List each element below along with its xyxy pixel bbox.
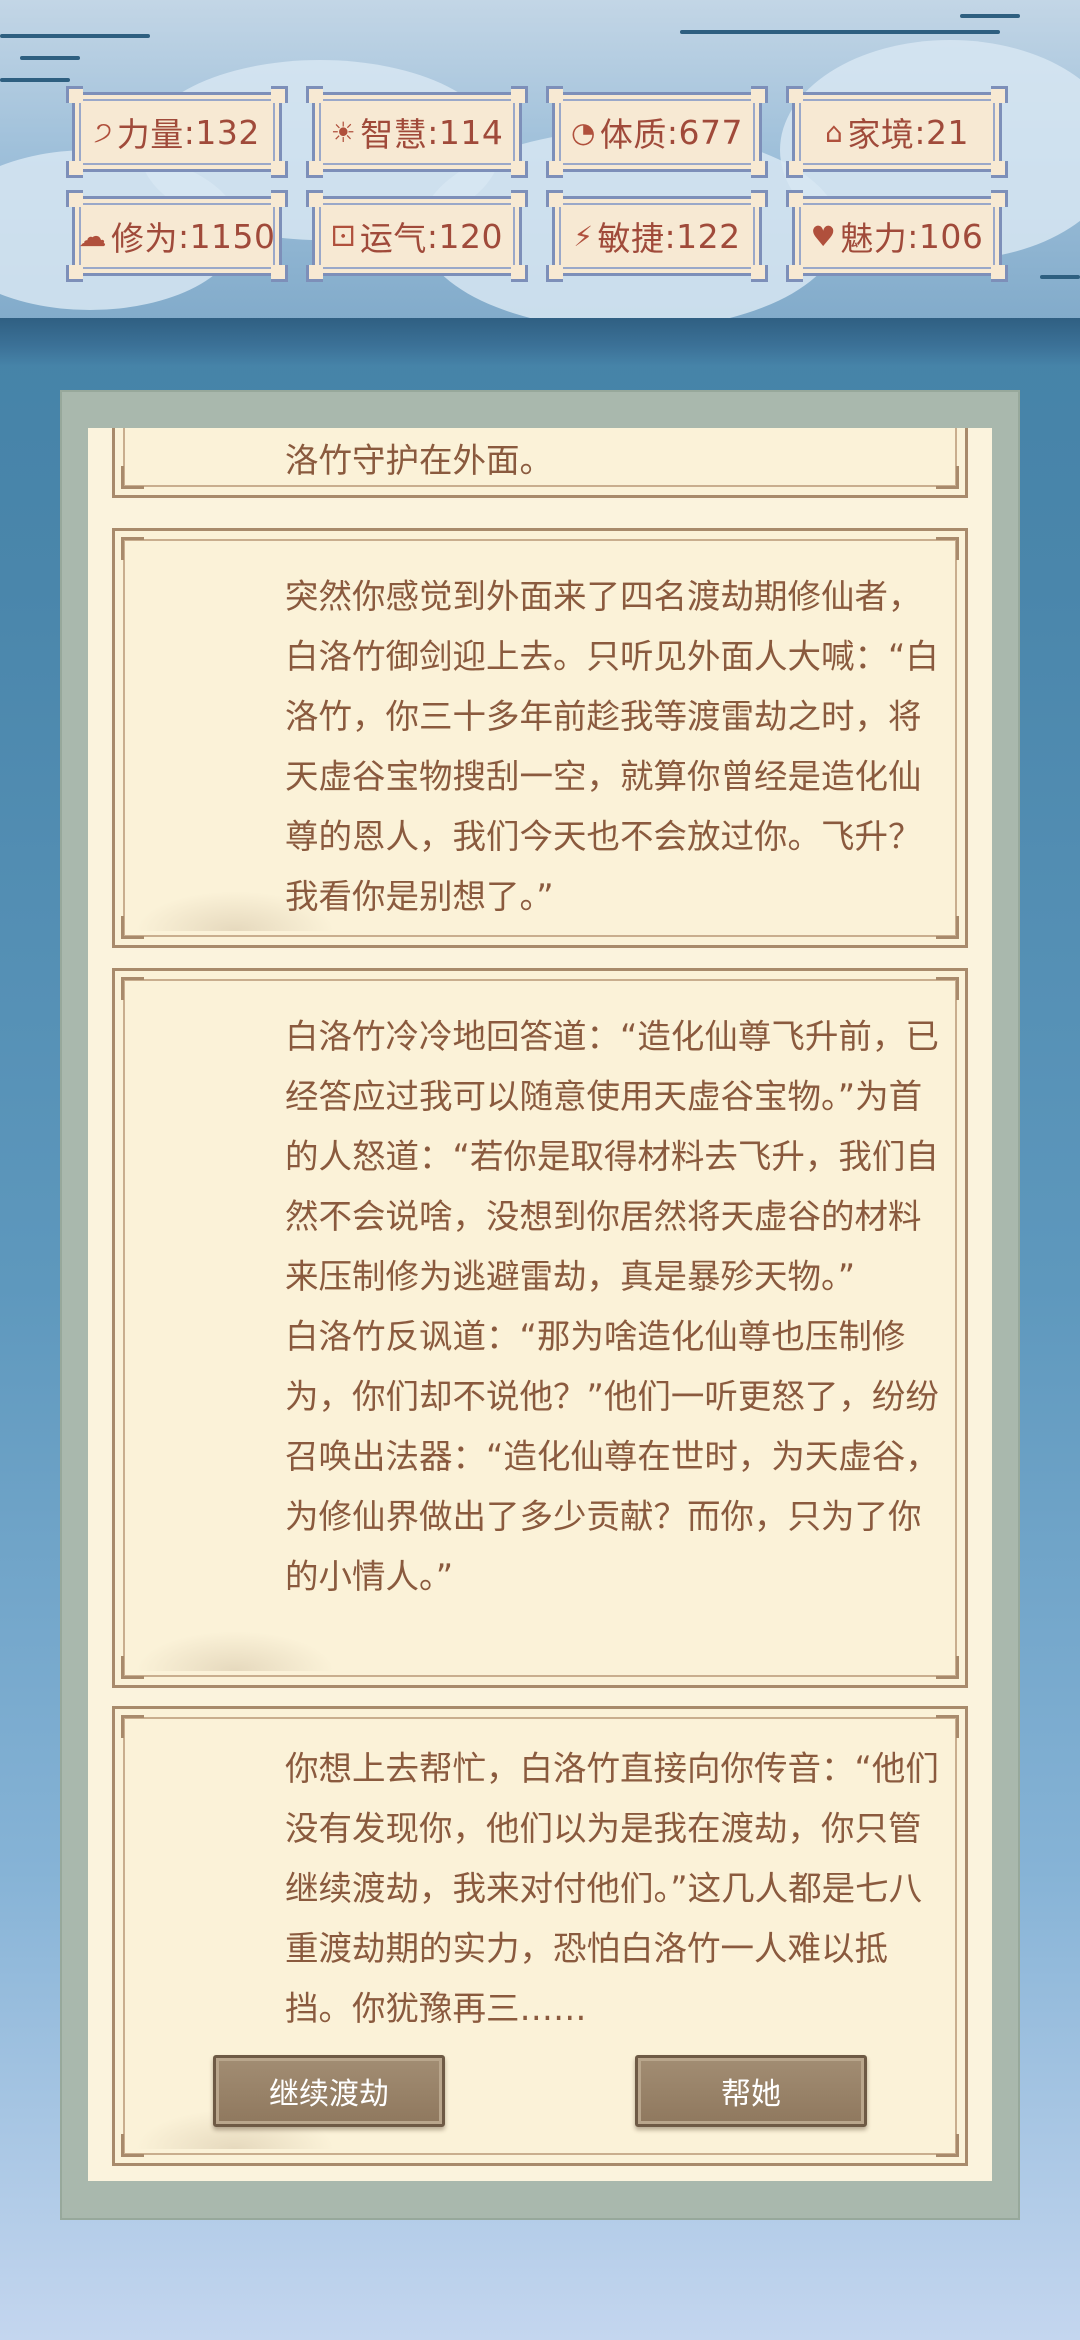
stat-value: 106 [918, 216, 984, 256]
home-icon: ⌂ [825, 115, 844, 149]
story-card: 白洛竹冷冷地回答道：“造化仙尊飞升前，已经答应过我可以随意使用天虚谷宝物。”为首… [112, 968, 968, 1688]
heart-icon: ♥ [810, 219, 837, 253]
stat-value: 1150 [189, 216, 276, 256]
stat-wisdom[interactable]: ☀ 智慧:114 [306, 86, 528, 178]
stat-agility[interactable]: ⚡ 敏捷:122 [546, 190, 768, 282]
stat-label: 家境 [847, 115, 915, 154]
stat-label: 智慧 [360, 115, 428, 154]
stat-value: 122 [676, 216, 741, 256]
story-text: 突然你感觉到外面来了四名渡劫期修仙者，白洛竹御剑迎上去。只听见外面人大喊：“白洛… [285, 577, 939, 916]
stat-strength[interactable]: ੭ 力量:132 [66, 86, 288, 178]
story-card: 洛竹守护在外面。 [112, 428, 968, 498]
stat-value: 21 [925, 112, 969, 152]
stat-label: 运气 [359, 219, 427, 258]
story-card: 你想上去帮忙，白洛竹直接向你传音：“他们没有发现你，他们以为是我在渡劫，你只管继… [112, 1706, 968, 2166]
stat-label: 体质 [599, 115, 667, 154]
swirl-decoration [20, 56, 80, 60]
bicep-icon: ੭ [94, 115, 113, 148]
story-text: 白洛竹冷冷地回答道：“造化仙尊飞升前，已经答应过我可以随意使用天虚谷宝物。”为首… [285, 1017, 939, 1596]
stat-value: 677 [678, 112, 744, 152]
lightbulb-icon: ☀ [330, 115, 357, 149]
lightning-icon: ⚡ [573, 219, 594, 253]
stat-label: 力量 [116, 115, 184, 154]
swirl-decoration [960, 14, 1020, 18]
story-text: 洛竹守护在外面。 [285, 441, 553, 480]
stat-luck[interactable]: ⚀ 运气:120 [306, 190, 528, 282]
ink-wash-band [0, 318, 1080, 366]
stat-cultivation[interactable]: ☁ 修为:1150 [66, 190, 288, 282]
swirl-decoration [1040, 275, 1080, 279]
dice-icon: ⚀ [331, 219, 356, 253]
stat-value: 114 [438, 112, 504, 152]
stat-value: 132 [195, 112, 260, 152]
story-text: 你想上去帮忙，白洛竹直接向你传音：“他们没有发现你，他们以为是我在渡劫，你只管继… [285, 1749, 939, 2028]
stat-label: 修为 [110, 219, 178, 258]
mountain-decoration [135, 1631, 335, 1671]
stat-charm[interactable]: ♥ 魅力:106 [786, 190, 1008, 282]
cloud-icon: ☁ [78, 219, 107, 253]
target-icon: ◔ [570, 115, 596, 149]
help-her-button[interactable]: 帮她 [635, 2055, 867, 2127]
story-scroll[interactable]: 洛竹守护在外面。 突然你感觉到外面来了四名渡劫期修仙者，白洛竹御剑迎上去。只听见… [88, 428, 992, 2181]
swirl-decoration [0, 34, 150, 38]
story-card: 突然你感觉到外面来了四名渡劫期修仙者，白洛竹御剑迎上去。只听见外面人大喊：“白洛… [112, 528, 968, 948]
stat-label: 魅力 [840, 219, 908, 258]
stat-label: 敏捷 [597, 219, 665, 258]
stat-family[interactable]: ⌂ 家境: 21 [786, 86, 1008, 178]
swirl-decoration [0, 78, 70, 82]
swirl-decoration [680, 30, 1000, 34]
stat-value: 120 [438, 216, 503, 256]
stat-constitution[interactable]: ◔ 体质:677 [546, 86, 768, 178]
continue-tribulation-button[interactable]: 继续渡劫 [213, 2055, 445, 2127]
